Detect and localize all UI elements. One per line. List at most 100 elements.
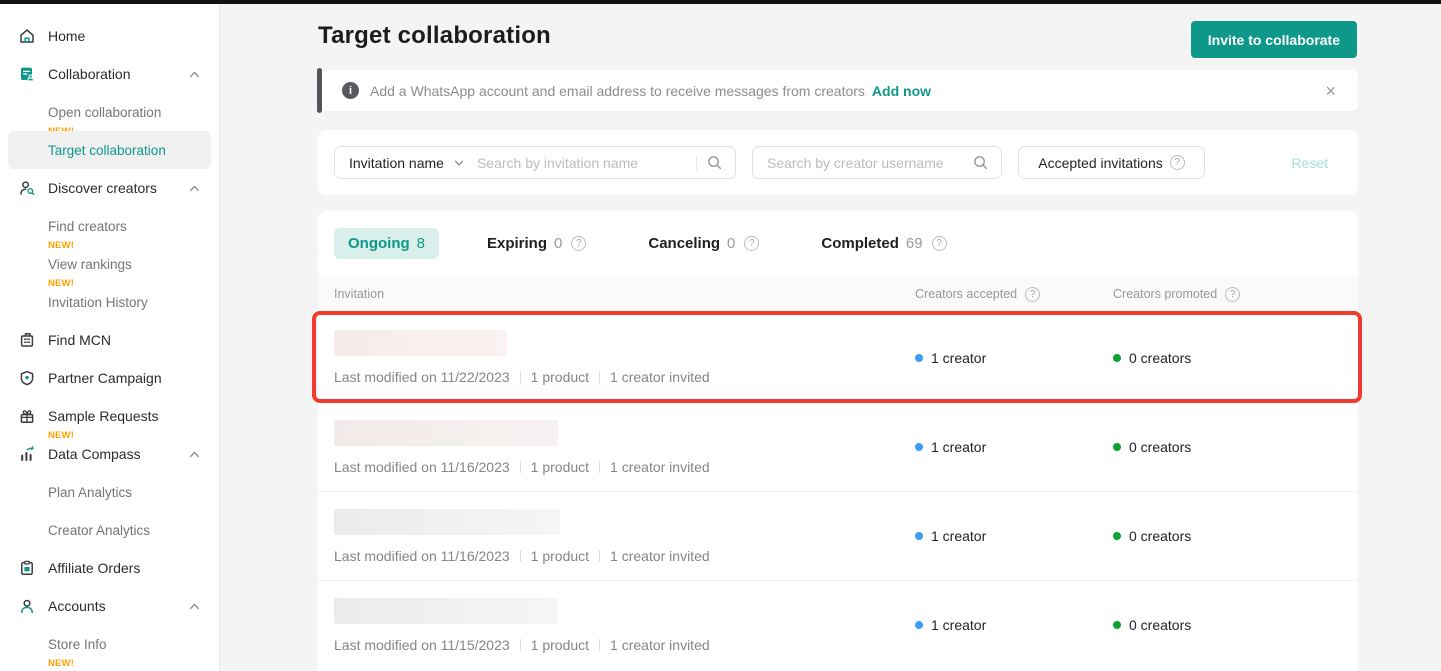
discover-creators-icon — [18, 179, 36, 197]
invitation-row[interactable]: Last modified on 11/16/2023 1 product 1 cr… — [318, 491, 1358, 580]
creator-invited-text: 1 creator invited — [610, 369, 710, 385]
sidebar-item-label: Accounts — [48, 598, 106, 614]
accepted-dot — [915, 532, 923, 540]
meta-divider — [599, 460, 601, 473]
sidebar-item-home[interactable]: Home — [8, 17, 211, 55]
tab-label: Ongoing — [348, 234, 410, 252]
tab-label: Canceling — [648, 234, 721, 252]
sidebar-item-creator-analytics[interactable]: Creator Analytics — [8, 511, 211, 549]
question-circle-icon[interactable]: ? — [1225, 286, 1241, 302]
sidebar-item-discover-creators[interactable]: Discover creators — [8, 169, 211, 207]
creators-accepted-value: 1 creator — [931, 439, 987, 455]
tab-count: 69 — [905, 234, 923, 252]
main-content: Target collaboration Invite to collabora… — [220, 4, 1441, 671]
sidebar-item-label: Discover creators — [48, 180, 157, 196]
meta-divider — [519, 371, 521, 383]
invitation-row[interactable]: Last modified on 11/15/2023 1 product 1 cr… — [318, 580, 1358, 669]
sidebar-item-invitation-history[interactable]: Invitation History — [8, 283, 211, 321]
invitation-row[interactable]: Last modified on 11/16/2023 1 product 1 cr… — [318, 402, 1358, 491]
close-icon[interactable]: × — [1319, 80, 1342, 102]
tab-canceling[interactable]: Canceling 0? — [634, 228, 773, 259]
question-circle-icon[interactable]: ? — [931, 235, 947, 251]
search-type-value: Invitation name — [349, 154, 444, 171]
creator-search-input[interactable] — [767, 154, 972, 171]
meta-divider — [599, 549, 601, 562]
sidebar-item-sample-requests[interactable]: Sample Requests NEW! — [8, 397, 211, 441]
accepted-dot — [915, 353, 923, 362]
creators-promoted-cell: 0 creators — [1113, 439, 1358, 455]
creators-promoted-cell: 0 creators — [1113, 528, 1358, 544]
sidebar-item-label: Affiliate Orders — [48, 560, 141, 576]
sidebar-item-find-mcn[interactable]: Find MCN — [8, 321, 211, 359]
column-header-label: Creators promoted — [1113, 287, 1218, 301]
search-icon[interactable] — [706, 154, 723, 171]
invitation-cell: Last modified on 11/16/2023 1 product 1 cr… — [318, 508, 915, 564]
chevron-up-icon — [188, 68, 201, 81]
question-circle-icon[interactable]: ? — [1025, 286, 1041, 302]
creators-accepted-cell: 1 creator — [915, 350, 1113, 366]
sidebar-item-label: Home — [48, 28, 86, 44]
sidebar-item-label: Data Compass — [48, 446, 141, 462]
sidebar-item-plan-analytics[interactable]: Plan Analytics — [8, 473, 211, 511]
creators-promoted-value: 0 creators — [1129, 528, 1192, 544]
invite-to-collaborate-button[interactable]: Invite to collaborate — [1190, 21, 1357, 58]
sidebar-item-label: Partner Campaign — [48, 370, 162, 386]
new-badge: NEW! — [48, 658, 75, 669]
creators-promoted-cell: 0 creators — [1113, 350, 1358, 366]
search-type-select[interactable]: Invitation name — [349, 155, 465, 171]
creators-promoted-cell: 0 creators — [1113, 617, 1358, 633]
question-circle-icon[interactable]: ? — [744, 235, 760, 251]
page-title: Target collaboration — [318, 22, 551, 49]
invitation-search-group: Invitation name — [334, 146, 736, 179]
sidebar-item-open-collaboration[interactable]: Open collaborationNEW! — [8, 93, 211, 138]
redacted-invitation-name — [334, 597, 558, 624]
sidebar-item-accounts[interactable]: Accounts — [8, 587, 211, 625]
product-count-text: 1 product — [530, 369, 590, 385]
table-header: Invitation Creators accepted? Creators pro… — [318, 275, 1358, 313]
tab-expiring[interactable]: Expiring 0? — [473, 228, 600, 259]
reset-button[interactable]: Reset — [1291, 155, 1328, 171]
sidebar-item-label: Plan Analytics — [48, 484, 133, 500]
sidebar-item-label: Target collaboration — [48, 142, 166, 158]
creators-accepted-cell: 1 creator — [915, 528, 1113, 544]
tab-ongoing[interactable]: Ongoing 8 — [334, 227, 439, 259]
meta-divider — [519, 638, 521, 651]
banner-message: Add a WhatsApp account and email address… — [370, 82, 865, 99]
sidebar-item-store-info[interactable]: Store Info NEW! — [8, 625, 211, 670]
creators-accepted-value: 1 creator — [931, 349, 987, 366]
sidebar-item-view-rankings[interactable]: View rankings NEW! — [8, 245, 211, 290]
promoted-dot — [1113, 443, 1121, 451]
meta-divider — [519, 549, 521, 562]
creator-invited-text: 1 creator invited — [610, 547, 710, 564]
add-now-link[interactable]: Add now — [872, 83, 931, 99]
product-count-text: 1 product — [530, 636, 590, 653]
creators-accepted-cell: 1 creator — [915, 439, 1113, 455]
sidebar-item-label: Invitation History — [48, 294, 148, 310]
question-circle-icon[interactable]: ? — [1169, 155, 1185, 170]
sidebar-item-label: Store Info — [48, 636, 107, 652]
sidebar-item-target-collaboration[interactable]: Target collaboration — [8, 131, 211, 169]
partner-campaign-icon — [18, 369, 36, 387]
search-icon[interactable] — [972, 154, 989, 171]
column-header-invitation: Invitation — [318, 287, 915, 301]
sidebar-item-label: Sample Requests — [48, 408, 159, 424]
tab-completed[interactable]: Completed 69? — [807, 228, 960, 259]
sidebar-item-collaboration[interactable]: Collaboration — [8, 55, 211, 93]
accounts-icon — [18, 597, 36, 615]
tab-count: 0 — [554, 234, 563, 252]
input-divider — [696, 155, 697, 170]
sidebar-item-label: Creator Analytics — [48, 522, 151, 538]
sidebar-item-partner-campaign[interactable]: Partner Campaign — [8, 359, 211, 397]
sidebar-item-find-creators[interactable]: Find creators NEW! — [8, 207, 211, 252]
last-modified-text: Last modified on 11/16/2023 — [334, 458, 510, 475]
sidebar-item-data-compass[interactable]: Data Compass — [8, 435, 211, 473]
filter-bar: Invitation name Accepted invitations ? R… — [318, 130, 1358, 195]
sidebar-item-affiliate-orders[interactable]: Affiliate Orders — [8, 549, 211, 587]
question-circle-icon[interactable]: ? — [571, 235, 587, 251]
invitation-search-input[interactable] — [476, 154, 696, 171]
accepted-invitations-filter-button[interactable]: Accepted invitations ? — [1018, 146, 1205, 179]
last-modified-text: Last modified on 11/15/2023 — [334, 636, 510, 653]
invitation-row[interactable]: Last modified on 11/22/2023 1 product 1 cr… — [318, 313, 1358, 402]
creators-accepted-cell: 1 creator — [915, 617, 1113, 633]
accepted-invitations-label: Accepted invitations — [1038, 154, 1163, 171]
